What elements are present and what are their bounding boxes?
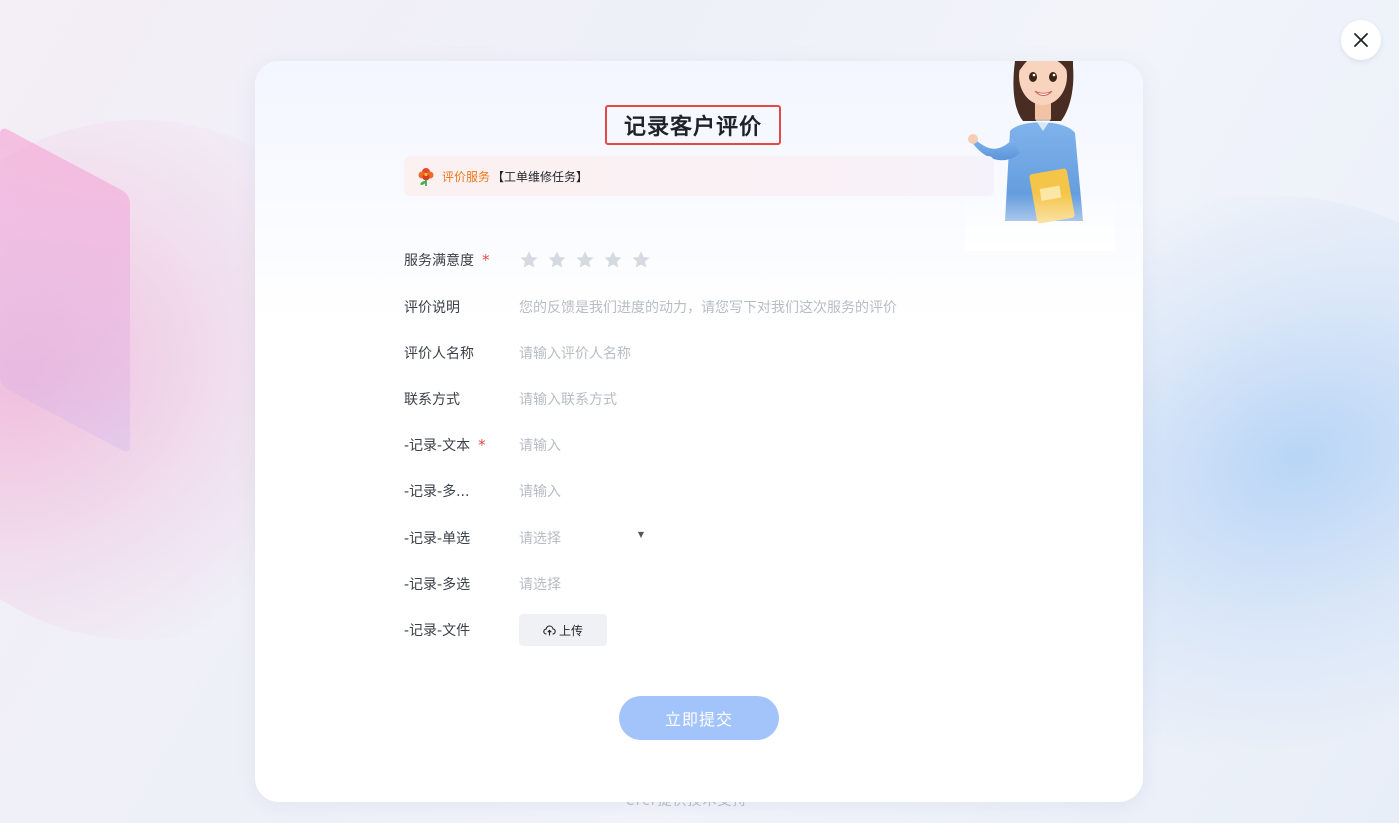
single-select-label: -记录-单选 [404, 531, 471, 547]
star-icon[interactable] [519, 250, 539, 270]
form-row-single-select: -记录-单选 请选择 ▼ [404, 523, 1004, 553]
contact-label: 联系方式 [404, 392, 460, 408]
form-row-reviewer: 评价人名称 请输入评价人名称 [404, 338, 1004, 368]
upload-button-label: 上传 [558, 623, 583, 638]
caret-down-icon: ▼ [637, 529, 644, 539]
service-info-bar: 评价服务 【工单维修任务】 [404, 156, 994, 196]
star-icon[interactable] [631, 250, 651, 270]
comment-label: 评价说明 [404, 300, 460, 316]
close-button[interactable] [1341, 20, 1381, 60]
multi-select-label: -记录-多选 [404, 577, 471, 593]
file-field-label: -记录-文件 [404, 623, 471, 639]
multiline-field-label: -记录-多... [404, 484, 470, 500]
star-icon[interactable] [547, 250, 567, 270]
close-icon [1354, 33, 1368, 47]
evaluation-card: 记录客户评价 评价服务 【工单维修任务】 服务满意度 * 评价说明 您的反馈是我… [255, 61, 1143, 802]
upload-button[interactable]: 上传 [519, 614, 607, 646]
multi-select-dropdown[interactable]: 请选择 [519, 574, 1004, 594]
form-row-contact: 联系方式 请输入联系方式 [404, 384, 1004, 414]
required-mark: * [478, 436, 486, 454]
satisfaction-rating[interactable] [519, 250, 651, 270]
contact-input[interactable]: 请输入联系方式 [519, 389, 1004, 409]
satisfaction-label: 服务满意度 [404, 253, 474, 269]
single-select-dropdown[interactable]: 请选择 ▼ [519, 528, 644, 548]
reviewer-label: 评价人名称 [404, 346, 474, 362]
form-row-multi-select: -记录-多选 请选择 [404, 569, 1004, 599]
cloud-upload-icon [543, 624, 556, 635]
text-label-wrap: -记录-文本 * [404, 435, 519, 455]
submit-button[interactable]: 立即提交 [619, 696, 779, 740]
text-field-label: -记录-文本 [404, 438, 471, 454]
comment-input[interactable]: 您的反馈是我们进度的动力，请您写下对我们这次服务的评价 [519, 297, 1004, 317]
required-mark: * [482, 251, 490, 269]
multiline-field-input[interactable]: 请输入 [519, 481, 1004, 501]
single-select-placeholder: 请选择 [519, 531, 561, 547]
satisfaction-label-wrap: 服务满意度 * [404, 250, 519, 270]
title-highlight-box: 记录客户评价 [605, 105, 781, 145]
reviewer-input[interactable]: 请输入评价人名称 [519, 343, 1004, 363]
text-field-input[interactable]: 请输入 [519, 435, 1004, 455]
form-row-text: -记录-文本 * 请输入 [404, 430, 1004, 460]
flower-icon [418, 168, 434, 186]
star-icon[interactable] [575, 250, 595, 270]
form-row-file: -记录-文件 上传 [404, 614, 1004, 646]
form-row-multiline: -记录-多... 请输入 [404, 476, 1004, 506]
page-title: 记录客户评价 [623, 115, 762, 140]
service-task-name: 【工单维修任务】 [492, 169, 589, 184]
star-icon[interactable] [603, 250, 623, 270]
service-label: 评价服务 [442, 169, 491, 184]
form-row-comment: 评价说明 您的反馈是我们进度的动力，请您写下对我们这次服务的评价 [404, 292, 1004, 322]
form-row-satisfaction: 服务满意度 * [404, 245, 1004, 275]
